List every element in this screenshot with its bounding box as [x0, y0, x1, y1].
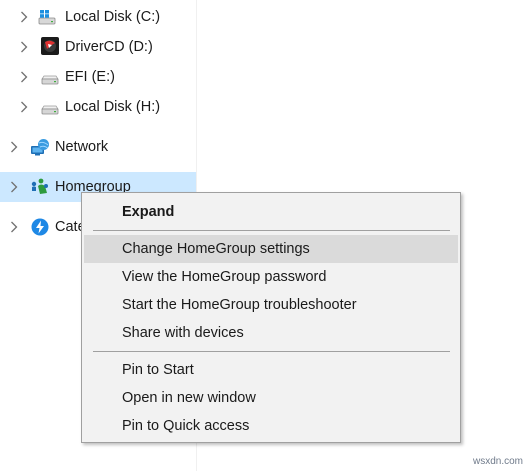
chevron-right-icon[interactable] [19, 32, 29, 62]
chevron-right-icon[interactable] [9, 212, 19, 242]
tree-item-local-disk-h[interactable]: Local Disk (H:) [0, 92, 196, 122]
thunderbolt-icon [30, 217, 50, 237]
tree-item-label: Local Disk (H:) [65, 99, 161, 115]
chevron-right-icon[interactable] [19, 2, 29, 32]
network-icon [30, 137, 50, 157]
windows-drive-icon [37, 7, 57, 27]
menu-item-start-troubleshooter[interactable]: Start the HomeGroup troubleshooter [84, 291, 458, 319]
watermark: wsxdn.com [472, 456, 523, 467]
menu-item-share-with-devices[interactable]: Share with devices [84, 319, 458, 347]
tree-item-drivercd-d[interactable]: DriverCD (D:) [0, 32, 196, 62]
tree-item-label: DriverCD (D:) [65, 39, 153, 55]
menu-separator [93, 351, 450, 352]
drive-icon [40, 67, 60, 87]
chevron-right-icon[interactable] [19, 62, 29, 92]
menu-item-pin-to-quick-access[interactable]: Pin to Quick access [84, 412, 458, 440]
menu-item-expand[interactable]: Expand [84, 198, 458, 226]
menu-item-open-in-new-window[interactable]: Open in new window [84, 384, 458, 412]
drive-icon [40, 97, 60, 117]
tree-item-network[interactable]: Network [0, 132, 196, 162]
chevron-right-icon[interactable] [9, 132, 19, 162]
context-menu: Expand Change HomeGroup settings View th… [81, 192, 461, 443]
tree-item-label: Network [55, 139, 109, 155]
chevron-right-icon[interactable] [19, 92, 29, 122]
menu-item-pin-to-start[interactable]: Pin to Start [84, 356, 458, 384]
tree-item-label: Local Disk (C:) [65, 9, 161, 25]
menu-item-view-homegroup-password[interactable]: View the HomeGroup password [84, 263, 458, 291]
tree-item-efi-e[interactable]: EFI (E:) [0, 62, 196, 92]
menu-item-change-homegroup-settings[interactable]: Change HomeGroup settings [84, 235, 458, 263]
tree-item-local-disk-c[interactable]: Local Disk (C:) [0, 2, 196, 32]
cd-drive-icon [40, 36, 60, 56]
homegroup-icon [30, 177, 50, 197]
menu-separator [93, 230, 450, 231]
tree-item-label: EFI (E:) [65, 69, 115, 85]
chevron-right-icon[interactable] [9, 172, 19, 202]
